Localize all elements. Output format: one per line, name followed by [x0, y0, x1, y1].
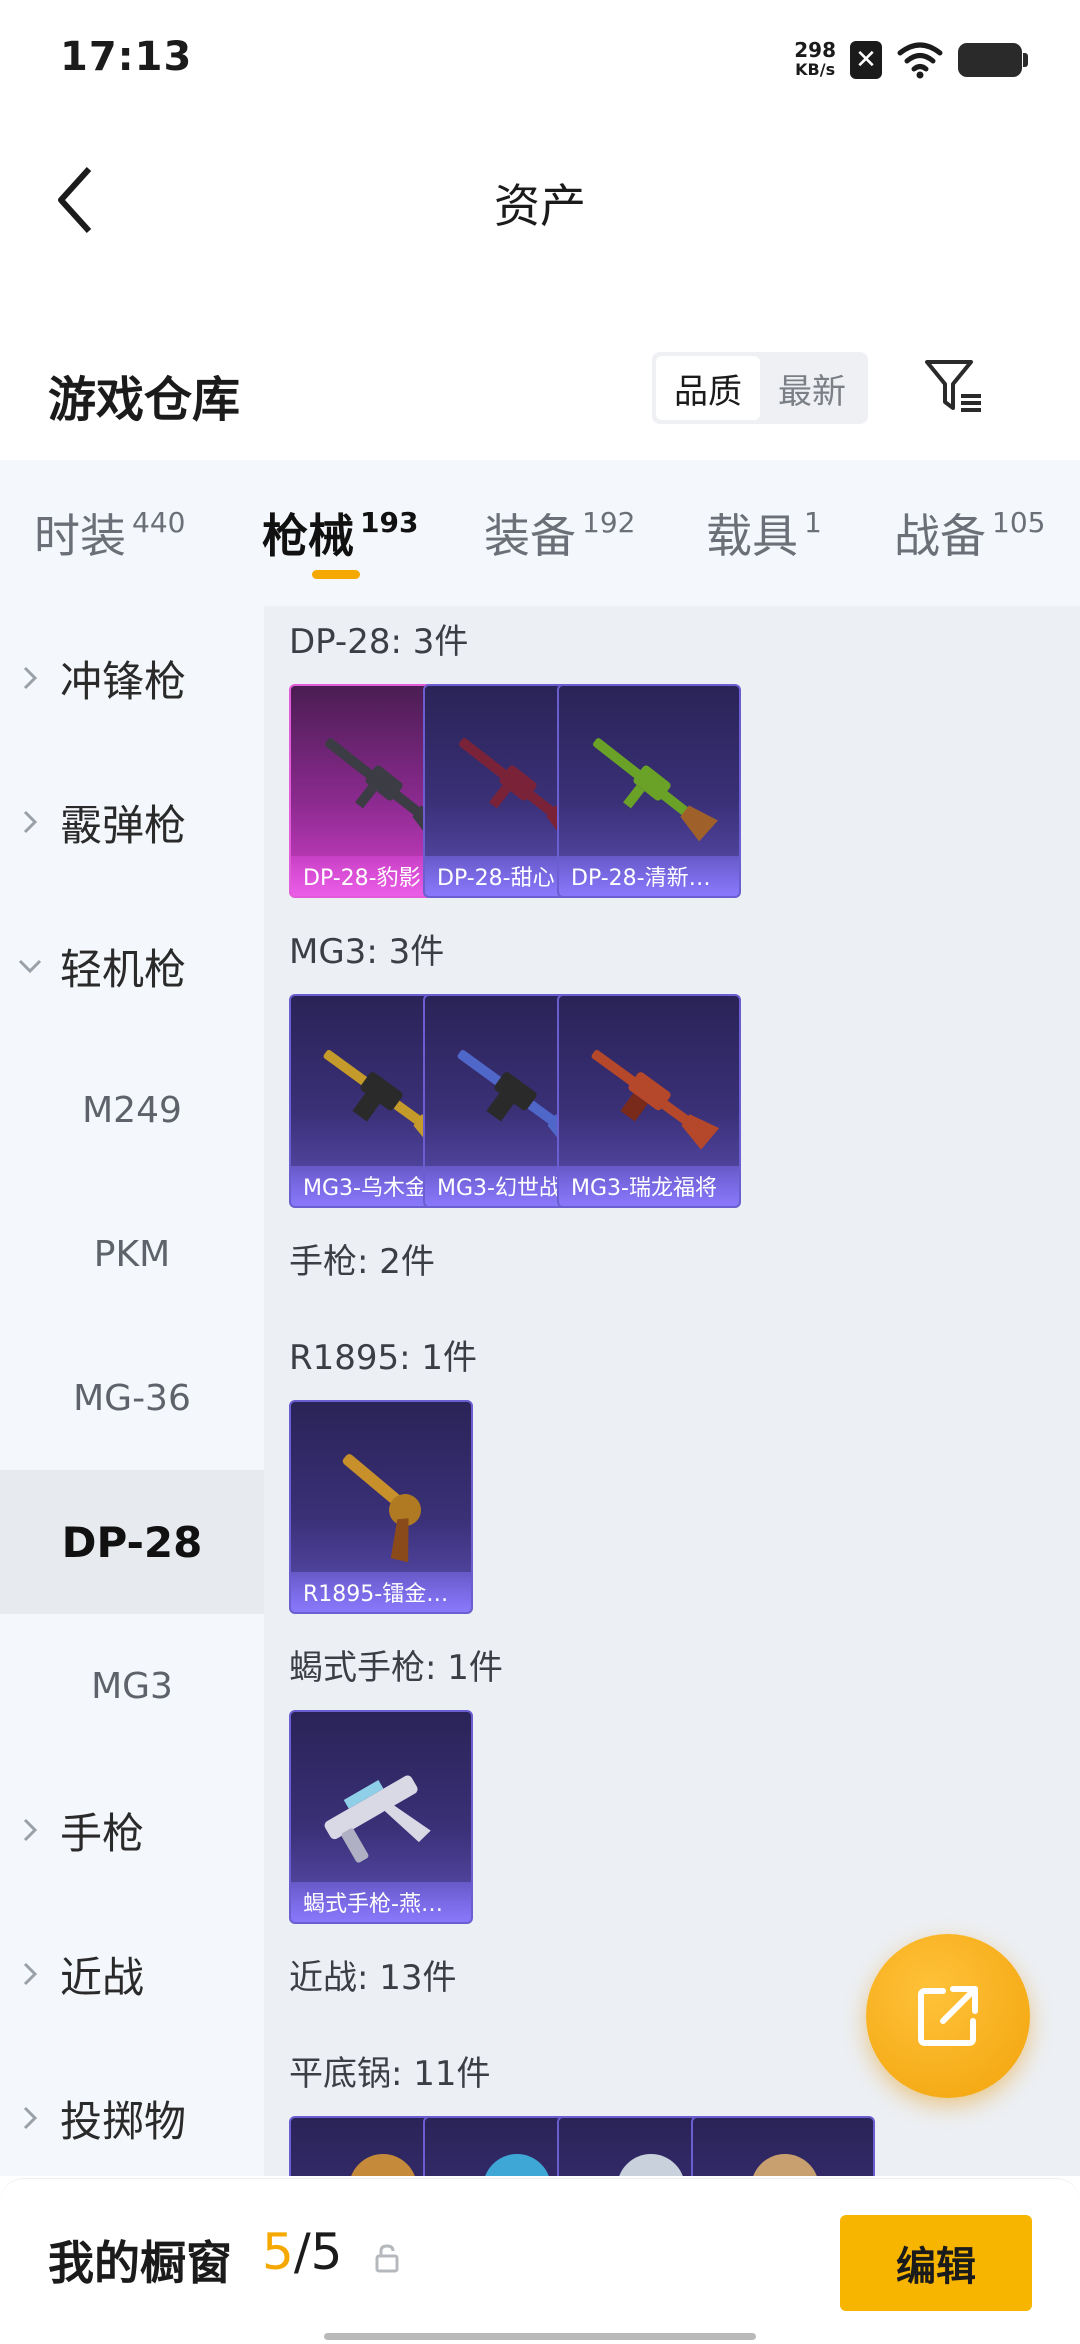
tab-label: 装备 [484, 509, 576, 563]
tab-label: 载具 [706, 509, 798, 563]
item-card[interactable]: 蝎式手枪-燕… [289, 1710, 473, 1924]
tab-fashion[interactable]: 时装 440 [34, 500, 185, 566]
item-card[interactable]: DP-28-清新… [557, 684, 741, 898]
wifi-icon [897, 42, 943, 79]
sort-option-newest[interactable]: 最新 [760, 356, 864, 420]
group-title: 平底锅: 11件 [289, 2054, 491, 2094]
item-name: R1895-镭金… [291, 1572, 471, 1612]
item-name: DP-28-清新… [559, 856, 739, 896]
active-tab-indicator [312, 570, 360, 579]
sidebar-item-label: 近战 [60, 1952, 145, 2002]
share-button[interactable] [866, 1934, 1030, 2098]
item-card[interactable]: R1895-镭金… [289, 1400, 473, 1614]
filter-icon [925, 360, 981, 412]
sidebar-item-label: 手枪 [60, 1808, 145, 1858]
filter-button[interactable] [920, 350, 988, 422]
net-speed: 298 KB/s [794, 40, 836, 80]
rifle-icon [591, 1050, 720, 1150]
item-name: 蝎式手枪-燕… [291, 1882, 471, 1922]
sidebar-subitem-dp28[interactable]: DP-28 [0, 1470, 264, 1614]
tab-count: 193 [360, 506, 419, 539]
showcase-count-current: 5 [262, 2223, 294, 2281]
net-speed-value: 298 [794, 38, 836, 62]
tab-label: 时装 [34, 509, 126, 563]
chevron-right-icon [0, 1961, 60, 1987]
group-title: 手枪: 2件 [289, 1242, 435, 1282]
tab-count: 105 [992, 506, 1046, 539]
status-icons: 298 KB/s ✕ [794, 40, 1028, 80]
group-title: DP-28: 3件 [289, 622, 469, 662]
sidebar-item-pistol[interactable]: 手枪 [0, 1758, 264, 1902]
chevron-down-icon [0, 958, 60, 974]
group-title: 蝎式手枪: 1件 [289, 1648, 503, 1688]
tab-vehicles[interactable]: 载具 1 [706, 500, 822, 566]
rifle-icon [593, 738, 718, 842]
tab-equipment[interactable]: 装备 192 [484, 500, 635, 566]
sort-option-quality[interactable]: 品质 [656, 356, 760, 420]
chevron-right-icon [0, 665, 60, 691]
tab-count: 192 [582, 506, 636, 539]
tab-count: 440 [132, 506, 186, 539]
warehouse-title: 游戏仓库 [48, 372, 241, 428]
sidebar-item-smg[interactable]: 冲锋枪 [0, 606, 264, 750]
tab-count: 1 [804, 506, 822, 539]
chevron-right-icon [0, 809, 60, 835]
showcase-bar: 我的橱窗 5/5 编辑 [0, 2178, 1080, 2344]
group-title: R1895: 1件 [289, 1338, 478, 1378]
tab-label: 战备 [894, 509, 986, 563]
sidebar-item-label: 投掷物 [60, 2096, 187, 2146]
sidebar-item-label: 冲锋枪 [60, 656, 187, 706]
sidebar-item-melee[interactable]: 近战 [0, 1902, 264, 2046]
sidebar-item-lmg[interactable]: 轻机枪 [0, 894, 264, 1038]
status-time: 17:13 [60, 34, 193, 80]
item-name: MG3-瑞龙福将 [559, 1166, 739, 1206]
item-card[interactable] [691, 2116, 875, 2176]
sidebar-item-label: 霰弹枪 [60, 800, 187, 850]
page-title: 资产 [494, 179, 586, 233]
sidebar-item-shotgun[interactable]: 霰弹枪 [0, 750, 264, 894]
net-speed-unit: KB/s [795, 60, 836, 79]
chevron-right-icon [0, 1817, 60, 1843]
showcase-title: 我的橱窗 [48, 2236, 232, 2290]
edit-button[interactable]: 编辑 [840, 2215, 1032, 2311]
sort-toggle: 品质 最新 [652, 352, 868, 424]
home-indicator [324, 2333, 756, 2340]
sidebar-subitem-pkm[interactable]: PKM [0, 1182, 264, 1326]
lock-icon [375, 2244, 399, 2273]
external-link-icon [918, 1986, 978, 2046]
sidebar-item-label: 轻机枪 [60, 944, 187, 994]
group-title: MG3: 3件 [289, 932, 445, 972]
tab-label: 枪械 [262, 509, 354, 563]
item-card[interactable]: MG3-瑞龙福将 [557, 994, 741, 1208]
sidebar-subitem-m249[interactable]: M249 [0, 1038, 264, 1182]
tab-guns[interactable]: 枪械 193 [262, 500, 418, 566]
pan-icon [753, 2154, 817, 2176]
category-tabs: 时装 440 枪械 193 装备 192 载具 1 战备 105 [0, 460, 1080, 606]
showcase-count-total: /5 [293, 2223, 343, 2281]
status-bar: 17:13 298 KB/s ✕ [0, 0, 1080, 120]
revolver-icon [342, 1454, 421, 1563]
sidebar-subitem-mg36[interactable]: MG-36 [0, 1326, 264, 1470]
no-sim-icon: ✕ [850, 41, 882, 79]
pistol-icon [324, 1775, 431, 1863]
sidebar-item-throwables[interactable]: 投掷物 [0, 2046, 264, 2190]
battery-icon [958, 43, 1028, 77]
sidebar: 冲锋枪 霰弹枪 轻机枪 M249 PKM MG-36 DP-28 MG3 手枪 … [0, 606, 264, 2176]
warehouse-header: 游戏仓库 品质 最新 [0, 330, 1080, 450]
sidebar-subitem-mg3[interactable]: MG3 [0, 1614, 264, 1758]
showcase-count: 5/5 [262, 2223, 342, 2281]
nav-bar: 资产 [0, 120, 1080, 280]
chevron-right-icon [0, 2105, 60, 2131]
group-title: 近战: 13件 [289, 1958, 457, 1998]
tab-supplies[interactable]: 战备 105 [894, 500, 1045, 566]
